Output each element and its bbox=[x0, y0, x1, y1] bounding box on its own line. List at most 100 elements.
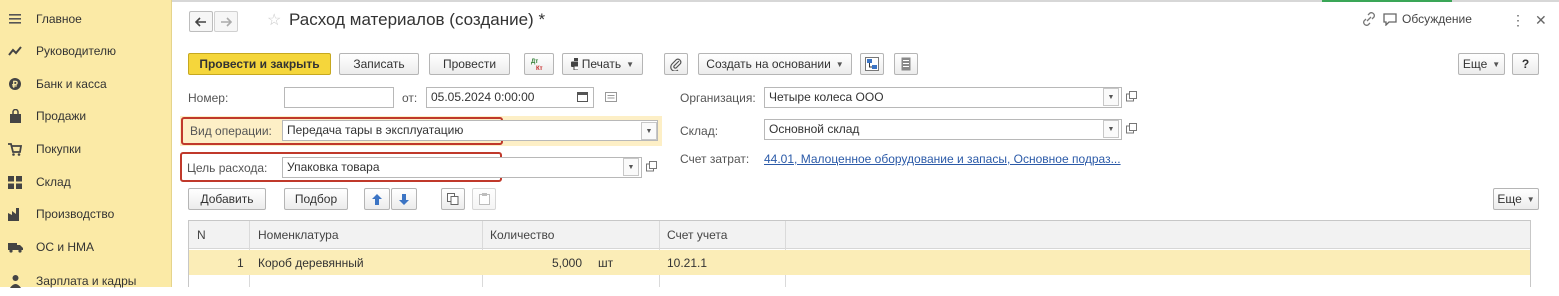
expense-purpose-label: Цель расхода: bbox=[187, 161, 268, 175]
favorite-star-icon[interactable]: ☆ bbox=[267, 10, 281, 30]
svg-text:Кт: Кт bbox=[536, 66, 543, 71]
create-based-on-button[interactable]: Создать на основании ▼ bbox=[698, 53, 852, 75]
column-header-quantity[interactable]: Количество bbox=[490, 228, 554, 242]
help-button[interactable]: ? bbox=[1512, 53, 1539, 75]
table-more-button[interactable]: Еще ▼ bbox=[1493, 188, 1539, 210]
sidebar-item-label: Зарплата и кадры bbox=[36, 274, 137, 288]
table-header: N Номенклатура Количество Счет учета bbox=[189, 221, 1530, 249]
row-item[interactable]: Короб деревянный bbox=[258, 256, 364, 270]
chevron-down-icon: ▼ bbox=[626, 59, 634, 69]
arrow-down-icon bbox=[399, 193, 409, 205]
warehouse-input[interactable]: Основной склад bbox=[764, 119, 1122, 140]
sidebar-item-label: ОС и НМА bbox=[36, 240, 95, 254]
sidebar-item-payroll[interactable]: Зарплата и кадры bbox=[0, 266, 172, 296]
link-icon[interactable] bbox=[1362, 12, 1376, 26]
operation-type-select[interactable]: Передача тары в эксплуатацию bbox=[282, 120, 658, 141]
attach-button[interactable] bbox=[664, 53, 688, 75]
create-based-label: Создать на основании bbox=[706, 57, 831, 71]
sidebar-item-bank[interactable]: ₽ Банк и касса bbox=[0, 69, 172, 99]
post-button[interactable]: Провести bbox=[429, 53, 510, 75]
discussion-button[interactable]: Обсуждение bbox=[1383, 12, 1472, 26]
number-label: Номер: bbox=[188, 91, 229, 105]
back-button[interactable] bbox=[189, 11, 213, 32]
open-icon[interactable] bbox=[1126, 91, 1137, 105]
sidebar-item-label: Производство bbox=[36, 207, 115, 221]
sidebar-item-label: Продажи bbox=[36, 109, 87, 123]
chevron-down-icon[interactable]: ▼ bbox=[1103, 120, 1119, 138]
chevron-down-icon: ▼ bbox=[1526, 194, 1535, 204]
menu-lines-icon bbox=[7, 11, 23, 27]
cart-icon bbox=[7, 141, 23, 157]
sidebar-item-production[interactable]: Производство bbox=[0, 199, 172, 229]
date-from-label: от: bbox=[402, 91, 418, 105]
cost-account-link[interactable]: 44.01, Малоценное оборудование и запасы,… bbox=[764, 152, 1121, 166]
sidebar-item-label: Главное bbox=[36, 12, 82, 26]
move-up-button[interactable] bbox=[364, 188, 390, 210]
more-button[interactable]: Еще ▼ bbox=[1458, 53, 1505, 75]
chevron-down-icon[interactable]: ▼ bbox=[1103, 88, 1119, 106]
copy-icon bbox=[447, 193, 459, 205]
arrow-right-icon bbox=[221, 16, 232, 27]
add-row-button[interactable]: Добавить bbox=[188, 188, 266, 210]
table-more-label: Еще bbox=[1497, 192, 1522, 206]
structure-icon bbox=[865, 57, 879, 71]
arrow-up-icon bbox=[372, 193, 382, 205]
structure-button[interactable] bbox=[860, 53, 884, 75]
chevron-down-icon[interactable]: ▼ bbox=[623, 158, 639, 176]
more-menu-icon[interactable]: ⋮ bbox=[1511, 12, 1525, 29]
sidebar-item-label: Покупки bbox=[36, 142, 82, 156]
factory-icon bbox=[7, 206, 23, 222]
warehouse-label: Склад: bbox=[680, 124, 719, 138]
sidebar-item-warehouse[interactable]: Склад bbox=[0, 167, 172, 197]
sidebar-item-label: Банк и касса bbox=[36, 77, 107, 91]
sidebar-item-label: Руководителю bbox=[36, 44, 117, 58]
cost-account-label: Счет затрат: bbox=[680, 152, 750, 166]
sidebar-item-manager[interactable]: Руководителю bbox=[0, 36, 172, 66]
report-button[interactable] bbox=[894, 53, 918, 75]
expense-purpose-select[interactable]: Упаковка товара bbox=[282, 157, 642, 178]
dt-kt-button[interactable]: Дт Кт bbox=[524, 53, 554, 75]
open-icon[interactable] bbox=[1126, 123, 1137, 137]
row-unit: шт bbox=[598, 256, 614, 270]
move-down-button[interactable] bbox=[391, 188, 417, 210]
date-input[interactable]: 05.05.2024 0:00:00 bbox=[426, 87, 594, 108]
post-and-close-button[interactable]: Провести и закрыть bbox=[188, 53, 331, 75]
calendar-icon[interactable] bbox=[574, 88, 590, 106]
history-icon[interactable] bbox=[605, 91, 617, 105]
sidebar-item-sales[interactable]: Продажи bbox=[0, 101, 172, 131]
column-header-item[interactable]: Номенклатура bbox=[258, 228, 339, 242]
forward-button[interactable] bbox=[214, 11, 238, 32]
number-input[interactable] bbox=[284, 87, 394, 108]
trend-chart-icon bbox=[7, 43, 23, 59]
arrow-left-icon bbox=[195, 16, 206, 27]
row-quantity[interactable]: 5,000 bbox=[552, 256, 582, 270]
column-header-n[interactable]: N bbox=[197, 228, 206, 242]
chevron-down-icon: ▼ bbox=[1492, 59, 1501, 69]
paste-button[interactable] bbox=[472, 188, 496, 210]
print-label: Печать bbox=[581, 57, 622, 71]
row-account[interactable]: 10.21.1 bbox=[667, 256, 707, 270]
sidebar-item-main[interactable]: Главное bbox=[0, 4, 172, 34]
page-title: Расход материалов (создание) * bbox=[289, 10, 546, 29]
coins-icon: ₽ bbox=[7, 76, 23, 92]
shopping-bag-icon bbox=[7, 108, 23, 124]
paperclip-icon bbox=[670, 58, 682, 71]
save-button[interactable]: Записать bbox=[339, 53, 419, 75]
organization-input[interactable]: Четыре колеса ООО bbox=[764, 87, 1122, 108]
materials-table: N Номенклатура Количество Счет учета 1 К… bbox=[188, 220, 1531, 287]
open-icon[interactable] bbox=[646, 161, 657, 175]
truck-icon bbox=[7, 239, 23, 255]
document-form: ☆ Расход материалов (создание) * Обсужде… bbox=[172, 0, 1559, 287]
column-header-account[interactable]: Счет учета bbox=[667, 228, 727, 242]
selection-button[interactable]: Подбор bbox=[284, 188, 348, 210]
print-button[interactable]: Печать ▼ bbox=[562, 53, 643, 75]
discussion-label: Обсуждение bbox=[1402, 12, 1472, 26]
sidebar-item-fixed-assets[interactable]: ОС и НМА bbox=[0, 232, 172, 262]
copy-button[interactable] bbox=[441, 188, 465, 210]
close-icon[interactable]: ✕ bbox=[1535, 12, 1547, 29]
sidebar-item-purchases[interactable]: Покупки bbox=[0, 134, 172, 164]
svg-text:Дт: Дт bbox=[531, 59, 538, 65]
chevron-down-icon[interactable]: ▼ bbox=[641, 122, 657, 140]
warehouse-icon bbox=[7, 174, 23, 190]
table-row[interactable]: 1 Короб деревянный 5,000 шт 10.21.1 bbox=[189, 250, 1530, 275]
